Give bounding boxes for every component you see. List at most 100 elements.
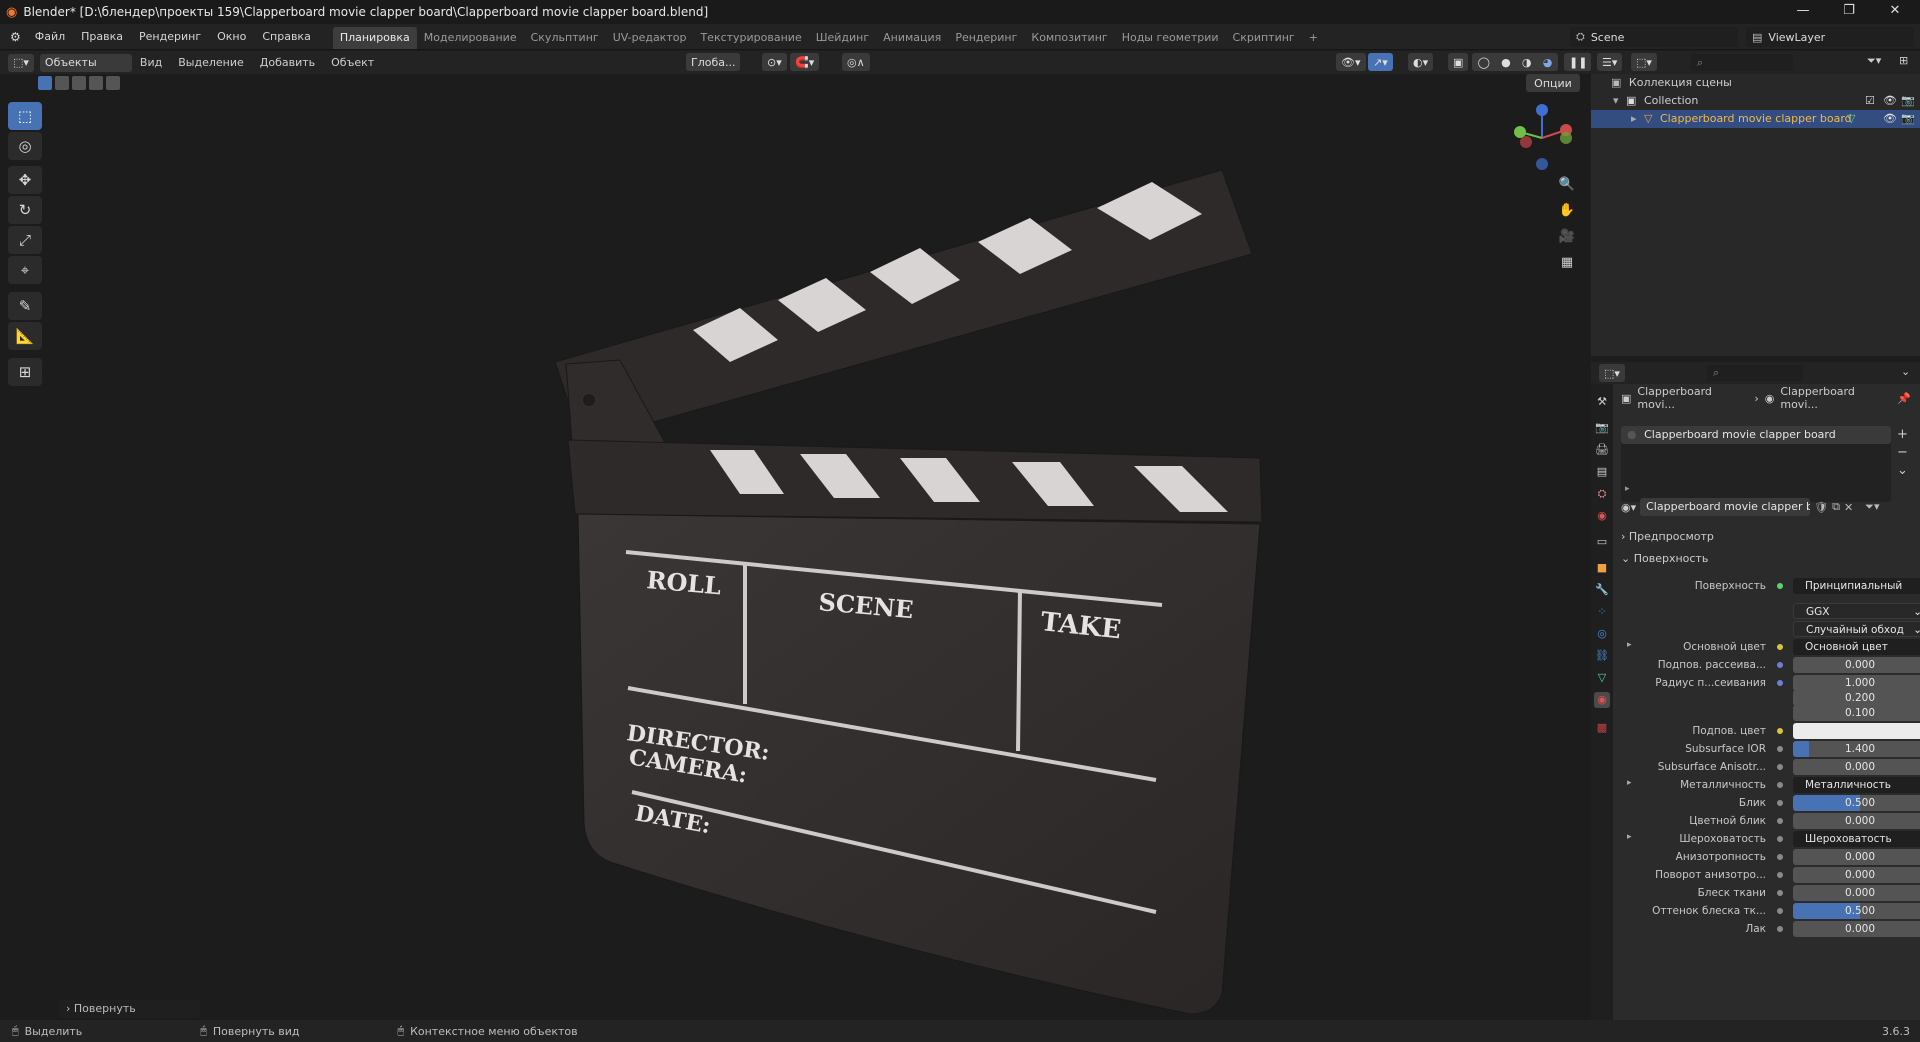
menu-render[interactable]: Рендеринг <box>131 24 209 50</box>
menu-file[interactable]: Файл <box>27 24 73 50</box>
preview-panel-header[interactable]: › Предпросмотр <box>1621 530 1714 543</box>
camera-render-icon[interactable]: 📷 <box>1901 110 1915 128</box>
object-tab-icon[interactable]: ■ <box>1594 560 1610 576</box>
add-workspace-button[interactable]: + <box>1302 27 1325 49</box>
menu-help[interactable]: Справка <box>254 24 318 50</box>
eye-icon[interactable]: 👁 <box>1883 92 1897 110</box>
zoom-icon[interactable]: 🔍 <box>1556 174 1578 196</box>
number-field[interactable]: 0.000 <box>1793 813 1920 829</box>
new-collection-icon[interactable]: ⊞ <box>1899 54 1908 67</box>
color-swatch[interactable] <box>1793 723 1920 739</box>
data-tab-icon[interactable]: ▽ <box>1594 670 1610 686</box>
tab-layout[interactable]: Планировка <box>332 26 417 49</box>
number-field[interactable]: 0.000 <box>1793 921 1920 937</box>
expand-arrow-icon[interactable]: ▸ <box>1627 832 1632 842</box>
slider-field[interactable]: 1.400 <box>1793 741 1920 757</box>
mode-selector[interactable]: Объекты <box>39 53 132 72</box>
outliner-row-object[interactable]: ▸ ▽ Clapperboard movie clapper board ▽ 👁… <box>1591 110 1920 128</box>
menu-window[interactable]: Окно <box>209 24 254 50</box>
view-layer-selector[interactable]: ▤ ViewLayer <box>1746 27 1914 47</box>
3d-viewport[interactable]: Опции ⬚ ◎ ✥ ↻ ⤢ ⌖ ✎ 📐 ⊞ ROLL SCENE TAKE … <box>0 74 1590 1020</box>
remove-slot-button[interactable]: − <box>1897 444 1908 462</box>
navigation-gizmo[interactable] <box>1506 102 1576 174</box>
material-shading-icon[interactable]: ◑ <box>1522 56 1532 69</box>
slider-field[interactable]: 0.500 <box>1793 795 1920 811</box>
number-field[interactable]: 0.000 <box>1793 759 1920 775</box>
socket-dot-icon[interactable] <box>1777 800 1783 806</box>
render-tab-icon[interactable]: 📷 <box>1594 420 1610 436</box>
eye-icon[interactable]: 👁 <box>1883 110 1897 128</box>
tab-geometry-nodes[interactable]: Ноды геометрии <box>1115 27 1226 49</box>
properties-editor-type-icon[interactable]: ⬚▾ <box>1599 364 1625 382</box>
material-browse-icon[interactable]: ◉▾ <box>1621 501 1636 514</box>
expand-arrow-icon[interactable]: ▸ <box>1625 484 1630 494</box>
socket-dot-icon[interactable] <box>1777 782 1783 788</box>
socket-dot-icon[interactable] <box>1777 583 1783 589</box>
menu-select[interactable]: Выделение <box>170 56 252 69</box>
pin-icon[interactable]: 📌 <box>1897 392 1911 405</box>
tab-animation[interactable]: Анимация <box>876 27 948 49</box>
number-field[interactable]: 0.100 <box>1793 705 1920 721</box>
menu-object[interactable]: Объект <box>323 56 382 69</box>
tab-sculpting[interactable]: Скульптинг <box>524 27 606 49</box>
socket-dot-icon[interactable] <box>1777 662 1783 668</box>
material-name-field[interactable]: Clapperboard movie clapper board <box>1640 498 1811 516</box>
pause-render-icon[interactable]: ❚❚ <box>1564 53 1593 71</box>
view-layer-tab-icon[interactable]: ▤ <box>1594 464 1610 480</box>
node-link-field[interactable]: Основной цвет <box>1793 639 1920 655</box>
material-slot-item[interactable]: ● Clapperboard movie clapper board <box>1621 426 1891 444</box>
editor-type-icon[interactable]: ⬚▾ <box>8 53 34 72</box>
tab-texture-paint[interactable]: Текстурирование <box>693 27 808 49</box>
tab-uv-editing[interactable]: UV-редактор <box>606 27 694 49</box>
camera-render-icon[interactable]: 📷 <box>1901 92 1915 110</box>
snap-icon[interactable]: 🧲▾ <box>790 53 820 71</box>
socket-dot-icon[interactable] <box>1777 644 1783 650</box>
chevron-down-icon[interactable]: ⌄ <box>1897 462 1908 480</box>
transform-orientation-dropdown[interactable]: Глоба... <box>686 53 741 71</box>
wireframe-shading-icon[interactable]: ◯ <box>1478 56 1490 69</box>
scene-tab-icon[interactable]: ⛭ <box>1594 486 1610 502</box>
constraints-tab-icon[interactable]: ⛓ <box>1594 648 1610 664</box>
duplicate-material-icon[interactable]: ⧉ <box>1832 500 1840 514</box>
expand-arrow-icon[interactable]: ▸ <box>1627 640 1632 650</box>
particles-tab-icon[interactable]: ⁘ <box>1594 604 1610 620</box>
outliner-editor-type-icon[interactable]: ☰▾ <box>1597 53 1623 71</box>
fake-user-icon[interactable]: 🛡 <box>1814 501 1828 514</box>
solid-shading-icon[interactable]: ● <box>1501 56 1511 69</box>
minimize-button[interactable]: — <box>1780 0 1826 24</box>
node-link-icon[interactable]: ⏷▾ <box>1865 500 1879 514</box>
socket-dot-icon[interactable] <box>1777 728 1783 734</box>
node-link-field[interactable]: Металличность <box>1793 777 1920 793</box>
socket-dot-icon[interactable] <box>1777 908 1783 914</box>
outliner-display-mode-icon[interactable]: ⬚▾ <box>1631 53 1657 71</box>
proportional-edit-icon[interactable]: ◎∧ <box>842 53 870 71</box>
socket-dot-icon[interactable] <box>1777 890 1783 896</box>
clapperboard-model[interactable]: ROLL SCENE TAKE DIRECTOR: CAMERA: DATE: <box>0 74 1590 1020</box>
pan-hand-icon[interactable]: ✋ <box>1556 200 1578 222</box>
unlink-material-icon[interactable]: ✕ <box>1844 501 1853 514</box>
camera-view-icon[interactable]: 🎥 <box>1556 226 1578 248</box>
blender-menu-icon[interactable]: ⚙ <box>10 30 21 44</box>
dropdown-field[interactable]: Случайный обход ⌄ <box>1793 621 1920 637</box>
tab-rendering[interactable]: Рендеринг <box>948 27 1024 49</box>
gizmo-z-axis[interactable] <box>1536 104 1548 116</box>
xray-icon[interactable]: ▣ <box>1448 53 1469 71</box>
collection-tab-icon[interactable]: ▭ <box>1594 534 1610 550</box>
expand-arrow-icon[interactable]: ▸ <box>1627 778 1632 788</box>
socket-dot-icon[interactable] <box>1777 872 1783 878</box>
exclude-checkbox-icon[interactable]: ☑ <box>1865 92 1875 110</box>
gizmo-toggle-icon[interactable]: ↗▾ <box>1368 53 1393 71</box>
add-slot-button[interactable]: + <box>1897 426 1908 444</box>
material-slot-list[interactable]: ● Clapperboard movie clapper board ▸ <box>1621 426 1891 502</box>
socket-dot-icon[interactable] <box>1777 836 1783 842</box>
physics-tab-icon[interactable]: ◎ <box>1594 626 1610 642</box>
number-field[interactable]: 0.000 <box>1793 885 1920 901</box>
world-tab-icon[interactable]: ◉ <box>1594 508 1610 524</box>
chevron-down-icon[interactable]: ⌄ <box>1901 365 1910 378</box>
shading-mode-group[interactable]: ◯ ● ◑ ◕ <box>1472 53 1558 71</box>
material-tab-icon[interactable]: ◉ <box>1594 692 1610 708</box>
expand-arrow-icon[interactable]: ▾ <box>1613 94 1619 107</box>
number-field[interactable]: 0.200 <box>1793 690 1920 706</box>
node-link-field[interactable]: Шероховатость <box>1793 831 1920 847</box>
socket-dot-icon[interactable] <box>1777 926 1783 932</box>
